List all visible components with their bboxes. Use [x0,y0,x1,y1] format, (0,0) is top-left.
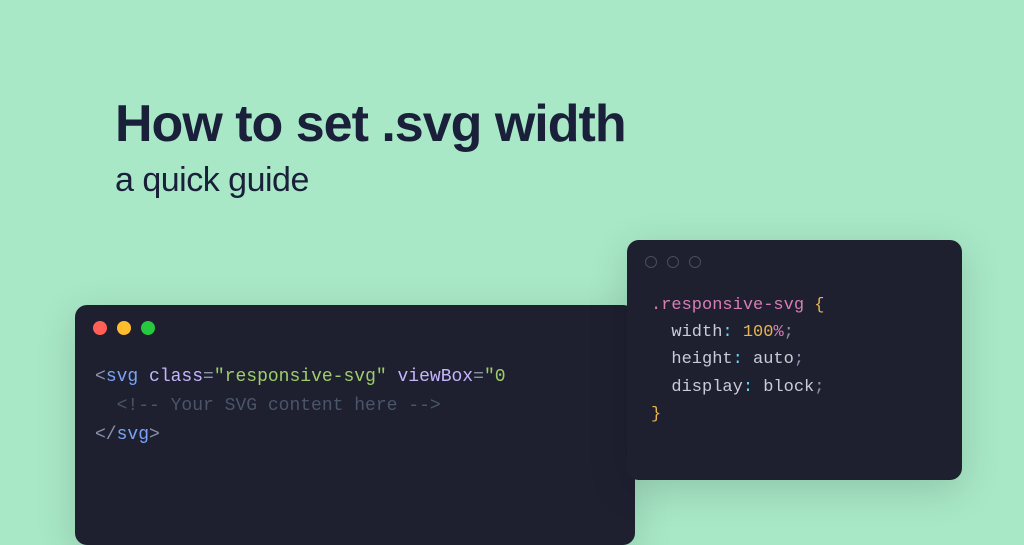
code-token: height [671,350,732,369]
code-panel-css: .responsive-svg { width: 100%; height: a… [627,240,962,480]
code-token: } [651,405,661,424]
code-content-html: <svg class="responsive-svg" viewBox="0 <… [75,345,635,467]
code-token: : [722,323,742,342]
code-token: : [733,350,753,369]
circle-icon [645,256,657,268]
code-token: block [763,378,814,397]
code-token: 100 [743,323,774,342]
code-token: class [149,367,203,387]
code-token: > [149,425,160,445]
code-token: --> [408,396,440,416]
code-token: < [95,367,106,387]
close-icon [93,321,107,335]
code-token: "0 [484,367,506,387]
code-token: = [473,367,484,387]
circle-icon [667,256,679,268]
code-token: </ [95,425,117,445]
heading-block: How to set .svg width a quick guide [115,96,626,200]
code-token: "responsive-svg" [214,367,387,387]
code-token: svg [106,367,138,387]
page-title: How to set .svg width [115,96,626,153]
circle-icon [689,256,701,268]
code-token: width [671,323,722,342]
code-token: .responsive-svg [651,296,804,315]
code-token: viewBox [398,367,474,387]
page-subtitle: a quick guide [115,161,626,200]
code-content-css: .responsive-svg { width: 100%; height: a… [627,278,962,442]
code-token: svg [117,425,149,445]
code-token: = [203,367,214,387]
code-token [387,367,398,387]
code-panel-html: <svg class="responsive-svg" viewBox="0 <… [75,305,635,545]
code-token: ; [814,378,824,397]
code-token: % [773,323,783,342]
minimize-icon [117,321,131,335]
maximize-icon [141,321,155,335]
code-token [138,367,149,387]
code-token: auto [753,350,794,369]
window-controls-mac [75,305,635,345]
code-token: ; [794,350,804,369]
code-token: Your SVG content here [160,396,408,416]
window-controls-plain [627,240,962,278]
code-token: ; [784,323,794,342]
code-token: : [743,378,763,397]
code-token: { [804,296,824,315]
code-token: <!-- [117,396,160,416]
code-token: display [671,378,742,397]
